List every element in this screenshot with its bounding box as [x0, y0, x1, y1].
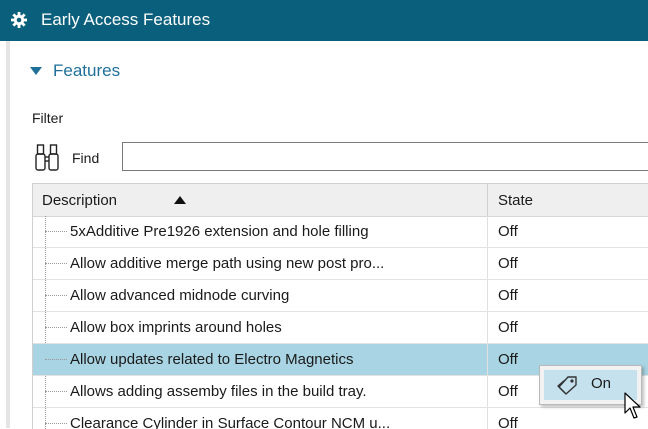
tree-branch — [45, 391, 67, 392]
find-row: Find — [32, 139, 648, 175]
tree-branch — [45, 295, 67, 296]
tree-branch — [45, 263, 67, 264]
row-state[interactable]: Off — [498, 223, 518, 240]
find-input[interactable] — [122, 142, 648, 171]
dropdown-option-label[interactable]: On — [591, 375, 611, 392]
row-description: Clearance Cylinder in Surface Contour NC… — [70, 415, 391, 429]
window-titlebar: Early Access Features — [0, 0, 648, 41]
mouse-cursor-icon — [624, 392, 641, 419]
tree-branch — [45, 327, 67, 328]
row-description: Allow box imprints around holes — [70, 319, 282, 336]
gear-icon — [11, 12, 27, 28]
filter-label: Filter — [32, 110, 64, 126]
row-state[interactable]: Off — [498, 287, 518, 304]
row-description: Allow additive merge path using new post… — [70, 255, 385, 272]
column-header-description[interactable]: Description — [42, 192, 117, 209]
row-description: Allow updates related to Electro Magneti… — [70, 351, 354, 368]
tree-branch — [45, 423, 67, 424]
caret-down-icon[interactable] — [30, 67, 42, 75]
column-divider[interactable] — [487, 184, 488, 216]
tag-icon — [557, 376, 577, 395]
row-state[interactable]: Off — [498, 351, 518, 368]
row-state[interactable]: Off — [498, 415, 518, 429]
row-state[interactable]: Off — [498, 255, 518, 272]
cell-divider — [487, 408, 488, 429]
tree-branch — [45, 359, 67, 360]
binoculars-icon[interactable] — [34, 142, 60, 172]
cell-divider — [487, 280, 488, 311]
table-header: Description State — [33, 184, 648, 217]
cell-divider — [487, 312, 488, 343]
find-label: Find — [72, 150, 100, 166]
row-description: Allows adding assemby files in the build… — [70, 383, 367, 400]
row-state[interactable]: Off — [498, 383, 518, 400]
cell-divider — [487, 216, 488, 247]
table-row[interactable]: Allow advanced midnode curving Off — [33, 280, 648, 312]
cell-divider — [487, 344, 488, 375]
table-row[interactable]: 5xAdditive Pre1926 extension and hole fi… — [33, 216, 648, 248]
row-description: Allow advanced midnode curving — [70, 287, 290, 304]
tree-branch — [45, 231, 67, 232]
window-title: Early Access Features — [41, 10, 211, 29]
section-title[interactable]: Features — [53, 61, 120, 81]
table-row[interactable]: Allow additive merge path using new post… — [33, 248, 648, 280]
panel-border — [6, 41, 10, 428]
sort-ascending-icon — [174, 196, 186, 204]
table-row[interactable]: Allow box imprints around holes Off — [33, 312, 648, 344]
cell-divider — [487, 248, 488, 279]
cell-divider — [487, 376, 488, 407]
column-header-state[interactable]: State — [498, 192, 533, 209]
row-description: 5xAdditive Pre1926 extension and hole fi… — [70, 223, 369, 240]
row-state[interactable]: Off — [498, 319, 518, 336]
table-row[interactable]: Clearance Cylinder in Surface Contour NC… — [33, 408, 648, 429]
